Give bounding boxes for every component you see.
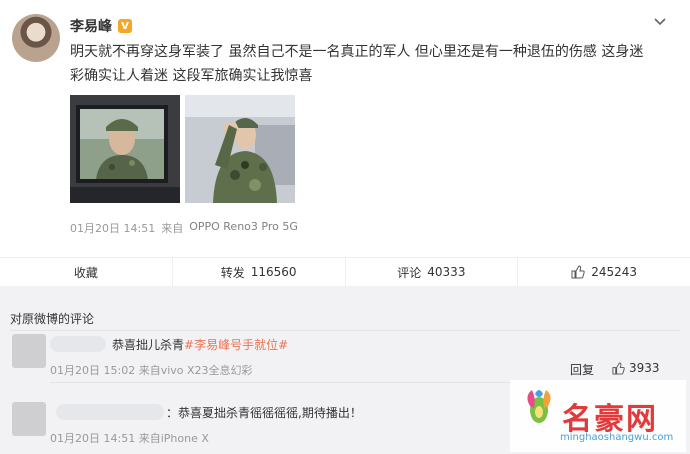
author-avatar[interactable] xyxy=(12,14,60,62)
monitor-photo xyxy=(70,95,180,203)
comment-time: 01月20日 14:51 xyxy=(50,432,136,445)
commenter-name-blurred[interactable] xyxy=(56,404,164,420)
commenter-avatar[interactable] xyxy=(12,334,46,368)
comment-time: 01月20日 15:02 xyxy=(50,364,136,377)
site-watermark: 名豪网 minghaoshangwu.com xyxy=(510,380,686,452)
thumbs-up-icon xyxy=(612,361,625,375)
favorite-button[interactable]: 收藏 xyxy=(0,257,173,287)
post-text: 明天就不再穿这身军装了 虽然自己不是一名真正的军人 但心里还是有一种退伍的伤感 … xyxy=(70,40,650,88)
weibo-post-card: 李易峰 V 明天就不再穿这身军装了 虽然自己不是一名真正的军人 但心里还是有一种… xyxy=(0,0,690,287)
verified-badge-icon: V xyxy=(118,19,132,33)
favorite-label: 收藏 xyxy=(73,265,98,280)
comment-hashtag-link[interactable]: #李易峰号手就位# xyxy=(184,338,288,352)
post-image-2[interactable] xyxy=(185,95,295,203)
repost-count: 116560 xyxy=(250,265,297,279)
comment-meta: 01月20日 14:51 来自iPhone X xyxy=(50,430,209,446)
comments-title: 对原微博的评论 xyxy=(10,312,95,326)
comment-text: ：恭喜夏拙杀青徭徭徭徭,期待播出！ xyxy=(166,406,362,420)
author-row: 李易峰 V xyxy=(70,16,132,36)
like-count: 245243 xyxy=(591,265,638,279)
comment-source: 来自iPhone X xyxy=(138,432,209,445)
comment-source: 来自vivo X23全息幻彩 xyxy=(138,364,253,377)
commenter-name-blurred[interactable] xyxy=(50,336,106,352)
repost-label: 转发 xyxy=(220,265,245,280)
comment-meta: 01月20日 15:02 来自vivo X23全息幻彩 xyxy=(50,362,253,378)
post-time[interactable]: 01月20日 14:51 xyxy=(70,220,155,236)
watermark-logo-icon xyxy=(527,390,551,423)
thumbs-up-icon xyxy=(571,265,585,279)
comment-like-count: 3933 xyxy=(629,361,660,375)
repost-button[interactable]: 转发 116560 xyxy=(173,257,346,287)
post-image-1[interactable] xyxy=(70,95,180,203)
comment-like-button[interactable]: 3933 xyxy=(612,361,660,375)
comment-label: 评论 xyxy=(397,265,422,280)
post-source-prefix: 来自 xyxy=(161,222,184,235)
comment-count: 40333 xyxy=(427,265,466,279)
commenter-avatar[interactable] xyxy=(12,402,46,436)
post-text-line-1: 明天就不再穿这身军装了 虽然自己不是一名真正的军人 但心里还是有一种退伍的伤感 … xyxy=(70,44,644,60)
salute-photo xyxy=(185,95,295,203)
comment-button[interactable]: 评论 40333 xyxy=(346,257,519,287)
post-meta: 01月20日 14:51 来自 OPPO Reno3 Pro 5G xyxy=(70,220,298,236)
author-name[interactable]: 李易峰 xyxy=(70,16,112,36)
chevron-down-icon[interactable] xyxy=(654,18,666,26)
post-text-line-2: 彩确实让人着迷 这段军旅确实让我惊喜 xyxy=(70,68,313,84)
comment-text: 恭喜拙儿杀青#李易峰号手就位# xyxy=(112,336,288,353)
comment-text-prefix: 恭喜拙儿杀青 xyxy=(112,338,185,352)
like-button[interactable]: 245243 xyxy=(518,258,690,287)
post-source[interactable]: OPPO Reno3 Pro 5G xyxy=(189,220,298,236)
reply-button[interactable]: 回复 xyxy=(570,361,594,378)
watermark-domain: minghaoshangwu.com xyxy=(560,432,674,443)
comments-divider xyxy=(10,330,680,331)
action-bar: 收藏 转发 116560 评论 40333 245243 xyxy=(0,257,690,287)
